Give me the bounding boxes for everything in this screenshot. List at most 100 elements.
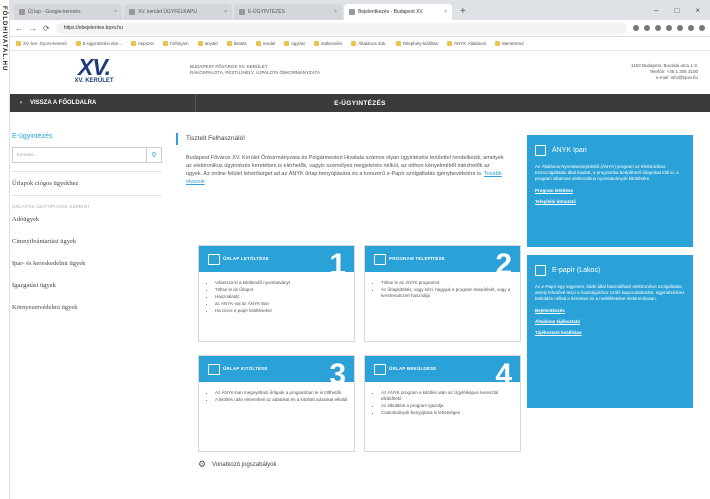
panel-title: ÁNYK Ipari — [552, 147, 587, 154]
list-item: Használatát: — [215, 294, 354, 300]
window-controls: – □ × — [644, 6, 710, 20]
sidebar: E-ügyintézés Keresés... ⚲ Űrlapok ciógos… — [12, 133, 162, 325]
close-icon[interactable]: × — [224, 9, 227, 15]
extension-icon[interactable] — [677, 25, 683, 31]
panel-header: E-papír (Lakos) — [535, 265, 685, 276]
card-header: ŰRLAP LETÖLTÉSE 1 — [199, 246, 354, 281]
back-to-home-button[interactable]: ‹ VISSZA A FŐOLDALRA — [10, 94, 196, 112]
card-header: PROGRAM TELEPÍTÉSE 2 — [365, 246, 520, 281]
step-number: 1 — [329, 248, 346, 281]
close-window-icon[interactable]: × — [695, 6, 700, 15]
intro-text: Budapest Főváros XV. Kerület Önkormányza… — [186, 154, 506, 186]
bookmarks-bar: XV. ker. Gyors-kereső E-ügyintézési ebe.… — [10, 37, 710, 51]
tab-favicon-icon — [19, 9, 25, 15]
install-guide-link[interactable]: Telepítési útmutató — [535, 199, 685, 204]
bookmark-item[interactable]: népszer — [131, 41, 154, 46]
card-header: ŰRLAP BEKÜLDÉSE 4 — [365, 356, 520, 391]
sidebar-item-tax[interactable]: Adóügyek — [12, 215, 162, 237]
chevron-left-icon: ‹ — [20, 100, 22, 106]
bookmark-item[interactable]: Menetrend — [495, 41, 524, 46]
tab-favicon-icon — [349, 9, 355, 15]
program-download-link[interactable]: Program letöltése — [535, 188, 685, 193]
general-info-link[interactable]: Általános tájékoztató — [535, 319, 685, 324]
list-item: az ÁNYK-val az ÁNYK-ban — [215, 301, 354, 307]
bookmark-item[interactable]: ügyirat — [284, 41, 305, 46]
back-arrow-icon[interactable]: ← — [15, 24, 23, 33]
back-label: VISSZA A FŐOLDALRA — [30, 100, 97, 106]
list-item: Töltse le az űrlapot — [215, 287, 354, 293]
new-tab-button[interactable]: + — [454, 6, 472, 20]
content-title: Tisztelt Felhasználó! — [176, 133, 516, 145]
district-logo[interactable]: XV. XV. KERÜLET — [58, 54, 130, 85]
bookmark-item[interactable]: Általános dok. — [351, 41, 387, 46]
bookmark-item[interactable]: XV. ker. Gyors-kereső — [16, 41, 67, 46]
sidebar-item-address[interactable]: Címnyilvántartási ügyek — [12, 237, 162, 259]
menu-dots-icon[interactable] — [699, 25, 705, 31]
extension-icon[interactable] — [633, 25, 639, 31]
close-icon[interactable]: × — [334, 9, 337, 15]
sidebar-link-company-forms[interactable]: Űrlapok ciógos ügyekhez — [12, 180, 162, 187]
card-list: Válassza ki a kitöltendő nyomtatványt Tö… — [205, 280, 354, 314]
folder-icon — [351, 41, 357, 46]
search-icon[interactable]: ⚲ — [146, 148, 161, 162]
logo-mark: XV. — [78, 54, 111, 80]
sidebar-item-environment[interactable]: Környezetvédelmi ügyek — [12, 303, 162, 325]
close-icon[interactable]: × — [114, 9, 117, 15]
panel-text: Az e-Papír egy ingyenes, bárki által has… — [535, 284, 685, 301]
settings-info-link[interactable]: Tájékoztató beállítása — [535, 330, 685, 335]
monitor-icon — [535, 145, 546, 156]
folder-icon — [313, 41, 319, 46]
bookmark-item[interactable]: anyakl — [197, 41, 218, 46]
bookmark-item[interactable]: rendel — [255, 41, 275, 46]
login-link[interactable]: Bejelentkezés — [535, 308, 685, 313]
legislation-link[interactable]: ⚙ Vonatkozó jogszabályok — [198, 459, 276, 470]
organization-name: BUDAPEST FŐVÁROS XV. KERÜLET RÁKOSPALOTA… — [190, 64, 320, 76]
vertical-watermark: FÖLDHIVATAL.HU — [0, 0, 10, 499]
minimize-icon[interactable]: – — [654, 6, 658, 15]
bookmark-item[interactable]: iratkezelés — [313, 41, 342, 46]
browser-tab-3[interactable]: E-ÜGYINTÉZÉS × — [234, 4, 342, 20]
anyk-panel: ÁNYK Ipari Az Általános Nyomtatványkitöl… — [527, 135, 693, 247]
profile-avatar-icon[interactable] — [688, 25, 694, 31]
folder-icon — [163, 41, 169, 46]
browser-tab-active[interactable]: Bejelentkezés - Budapest XV. × — [344, 4, 452, 20]
step-card-1[interactable]: ŰRLAP LETÖLTÉSE 1 Válassza ki a kitölten… — [198, 245, 355, 342]
close-icon[interactable]: × — [444, 9, 447, 15]
tab-label: Bejelentkezés - Budapest XV. — [358, 9, 424, 15]
sidebar-section-title: ŰRLAPOK ÜGYTÍPUSOK SZERINT — [12, 204, 90, 209]
sidebar-item-industry[interactable]: Ipar- és kereskedelmi ügyek — [12, 259, 162, 281]
bookmark-item[interactable]: hírfolyam — [163, 41, 189, 46]
url-input[interactable]: https://ebejelentes.bpxv.hu — [55, 22, 627, 34]
folder-icon — [226, 41, 232, 46]
form-icon — [208, 364, 220, 375]
card-label: ŰRLAP LETÖLTÉSE — [223, 256, 269, 261]
browser-tab-2[interactable]: XV. kerület ÜGYFÉLKAPU × — [124, 4, 232, 20]
step-card-3[interactable]: ŰRLAP KITÖLTÉSE 3 Az ÁNYK-ban megnyithat… — [198, 355, 355, 452]
extension-icon[interactable] — [666, 25, 672, 31]
gear-icon: ⚙ — [198, 459, 207, 469]
extension-icon[interactable] — [655, 25, 661, 31]
bookmark-item[interactable]: ÁNYK Általános — [447, 41, 486, 46]
step-card-2[interactable]: PROGRAM TELEPÍTÉSE 2 Töltse le az ÁNYK p… — [364, 245, 521, 342]
epapir-panel: E-papír (Lakos) Az e-Papír egy ingyenes,… — [527, 255, 693, 408]
bookmark-item[interactable]: E-ügyintézési ebe... — [75, 41, 122, 46]
tab-label: E-ÜGYINTÉZÉS — [248, 9, 285, 15]
list-item: Ha nincs e-papír kitöltésekor — [215, 308, 354, 314]
browser-tab-1[interactable]: Új lap - Google-keresés × — [14, 4, 122, 20]
bookmark-item[interactable]: iktatás — [226, 41, 247, 46]
step-card-4[interactable]: ŰRLAP BEKÜLDÉSE 4 Az ÁNYK program a kitö… — [364, 355, 521, 452]
extension-icon[interactable] — [644, 25, 650, 31]
search-box: Keresés... ⚲ — [12, 147, 162, 163]
logo-subtitle: XV. KERÜLET — [74, 78, 114, 84]
search-input[interactable]: Keresés... — [13, 148, 146, 162]
folder-icon — [395, 41, 401, 46]
email-link[interactable]: e-mail: info@bpxv.hu — [631, 75, 698, 81]
bookmark-item[interactable]: Telephely-kiállítás — [395, 41, 438, 46]
sidebar-item-administration[interactable]: Igazgatási ügyek — [12, 281, 162, 303]
forward-arrow-icon[interactable]: → — [29, 24, 37, 33]
org-line: RÁKOSPALOTA, PESTÚJHELY, ÚJPALOTA ÖNKORM… — [190, 70, 320, 75]
list-item: Az elküldést a program igazolja — [381, 403, 520, 409]
reload-icon[interactable]: ⟳ — [43, 24, 50, 33]
maximize-icon[interactable]: □ — [674, 6, 679, 15]
sidebar-title: E-ügyintézés — [12, 133, 53, 140]
